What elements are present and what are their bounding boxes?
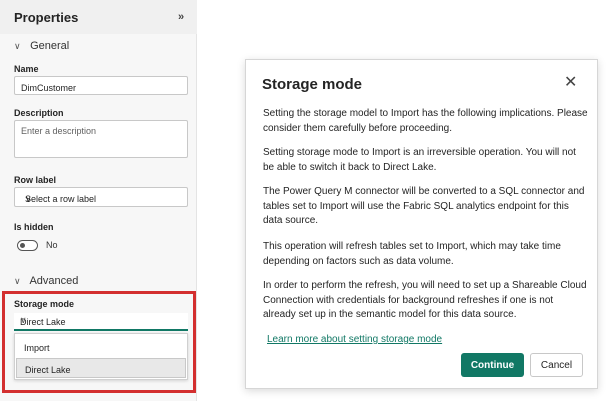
- storage-mode-label: Storage mode: [14, 299, 75, 309]
- chevron-down-icon: ∨: [25, 194, 32, 204]
- description-placeholder: Enter a description: [21, 126, 97, 136]
- dialog-paragraph-4: This operation will refresh tables set t…: [263, 241, 561, 267]
- dialog-paragraph-5: In order to perform the refresh, you wil…: [263, 280, 587, 320]
- is-hidden-label: Is hidden: [14, 222, 54, 232]
- continue-button[interactable]: Continue: [461, 353, 524, 377]
- learn-more-link[interactable]: Learn more about setting storage mode: [267, 334, 442, 345]
- is-hidden-toggle[interactable]: [17, 240, 38, 251]
- option-direct-lake-label: Direct Lake: [25, 365, 71, 375]
- properties-title: Properties: [14, 10, 79, 25]
- option-import[interactable]: Import: [16, 337, 186, 357]
- section-advanced[interactable]: ∨ Advanced: [14, 275, 78, 287]
- description-input[interactable]: Enter a description: [14, 120, 188, 158]
- chevron-down-icon: ∨: [14, 276, 21, 286]
- storage-mode-dropdown[interactable]: Direct Lake ∨: [14, 313, 188, 331]
- dialog-title: Storage mode: [262, 76, 363, 93]
- toggle-knob: [20, 243, 25, 248]
- row-label-label: Row label: [14, 175, 57, 185]
- row-label-dropdown[interactable]: Select a row label ∨: [14, 187, 188, 207]
- section-general-label: General: [30, 40, 70, 52]
- name-value: DimCustomer: [21, 83, 77, 93]
- dialog-paragraph-1: Setting the storage model to Import has …: [263, 108, 588, 134]
- name-label: Name: [14, 64, 39, 74]
- chevron-down-icon: ∨: [20, 315, 27, 325]
- chevron-down-icon: ∨: [14, 41, 21, 51]
- storage-mode-dialog: Storage mode ✕ Setting the storage model…: [245, 59, 598, 389]
- option-direct-lake[interactable]: Direct Lake: [16, 358, 186, 378]
- dialog-paragraph-2: Setting storage mode to Import is an irr…: [263, 147, 576, 173]
- properties-header: Properties »: [0, 0, 197, 34]
- name-input[interactable]: DimCustomer: [14, 76, 188, 95]
- description-label: Description: [14, 108, 64, 118]
- is-hidden-state: No: [46, 240, 58, 250]
- section-advanced-label: Advanced: [29, 275, 79, 287]
- cancel-button[interactable]: Cancel: [530, 353, 583, 377]
- dialog-paragraph-3: The Power Query M connector will be conv…: [263, 186, 585, 226]
- option-import-label: Import: [24, 343, 50, 353]
- storage-mode-listbox: Import Direct Lake: [14, 333, 188, 380]
- collapse-pane-icon[interactable]: »: [178, 11, 184, 23]
- section-general[interactable]: ∨ General: [14, 40, 69, 52]
- close-icon[interactable]: ✕: [564, 75, 577, 91]
